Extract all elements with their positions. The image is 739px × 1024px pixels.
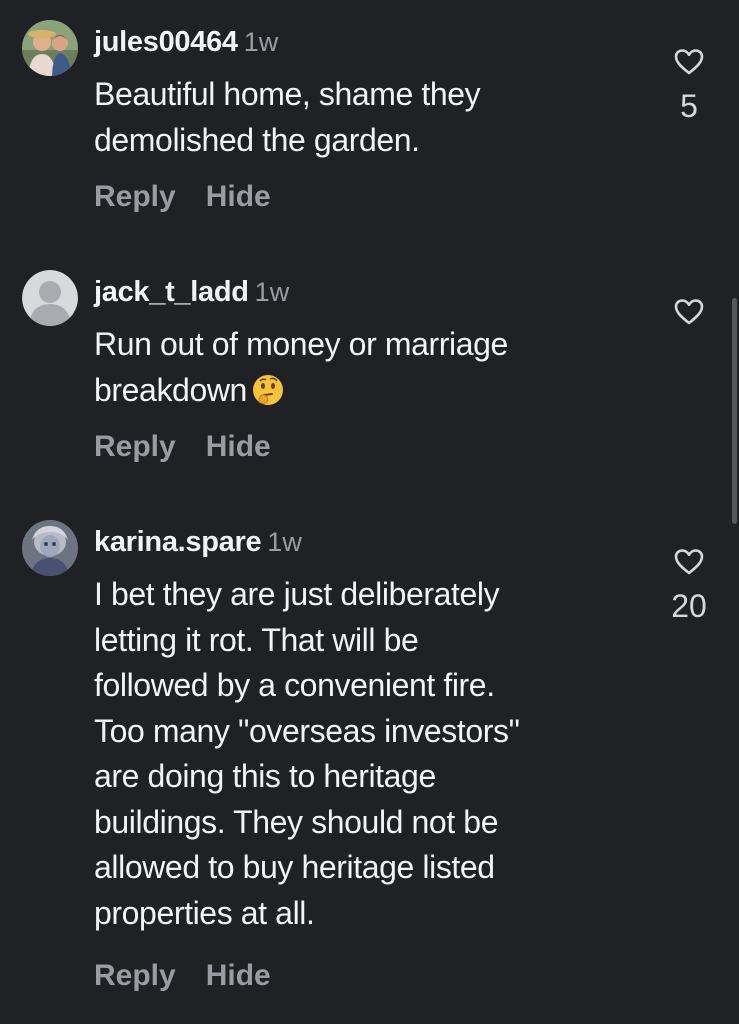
username[interactable]: jules00464 — [94, 26, 238, 58]
comment-line: Too many "overseas investors" — [94, 712, 520, 749]
comment-line: I bet they are just deliberately — [94, 576, 500, 612]
heart-outline-icon[interactable] — [664, 48, 714, 76]
reply-button[interactable]: Reply — [94, 180, 176, 213]
comment-text: I bet they are just deliberately letting… — [94, 572, 634, 936]
comment-line: followed by a convenient fire. — [94, 667, 495, 703]
hide-button[interactable]: Hide — [206, 959, 271, 992]
avatar[interactable] — [22, 270, 78, 326]
comment-item: jules00464 1w Beautiful home, shame they … — [0, 0, 739, 250]
comment-text: Beautiful home, shame they demolished th… — [94, 72, 634, 163]
like-control: 5 — [664, 48, 714, 124]
thinking-face-icon — [251, 373, 285, 407]
like-control — [664, 298, 714, 338]
comment-line: letting it rot. That will be — [94, 621, 419, 658]
comment-line: Beautiful home, shame they — [94, 76, 481, 112]
comment-line: breakdown — [94, 371, 247, 408]
reply-button[interactable]: Reply — [94, 430, 176, 463]
reply-button[interactable]: Reply — [94, 959, 176, 992]
comment-line: Run out of money or marriage — [94, 326, 508, 362]
comment-line: are doing this to heritage — [94, 758, 436, 794]
timestamp: 1w — [267, 527, 302, 557]
comment-line: buildings. They should not be — [94, 803, 499, 840]
like-count: 5 — [680, 88, 698, 124]
like-count: 20 — [671, 588, 707, 624]
comment-text: Run out of money or marriage breakdown — [94, 322, 634, 413]
username[interactable]: jack_t_ladd — [94, 276, 249, 308]
comment-item: jack_t_ladd 1w Run out of money or marria… — [0, 250, 739, 500]
hide-button[interactable]: Hide — [206, 430, 271, 463]
like-control: 20 — [664, 548, 714, 624]
comment-actions: Reply Hide — [94, 180, 271, 214]
hide-button[interactable]: Hide — [206, 180, 271, 213]
comment-line: demolished the garden. — [94, 121, 420, 158]
heart-outline-icon[interactable] — [664, 298, 714, 326]
comment-actions: Reply Hide — [94, 430, 271, 464]
comment-line: allowed to buy heritage listed — [94, 849, 495, 885]
timestamp: 1w — [254, 277, 290, 307]
avatar[interactable] — [22, 20, 78, 76]
avatar[interactable] — [22, 520, 78, 576]
scrollbar[interactable] — [732, 298, 737, 524]
comment-line: properties at all. — [94, 894, 315, 931]
timestamp: 1w — [243, 27, 279, 57]
comment-item: karina.spare 1w I bet they are just delib… — [0, 500, 739, 1024]
username[interactable]: karina.spare — [94, 526, 262, 558]
comment-actions: Reply Hide — [94, 959, 271, 993]
heart-outline-icon[interactable] — [664, 548, 714, 576]
